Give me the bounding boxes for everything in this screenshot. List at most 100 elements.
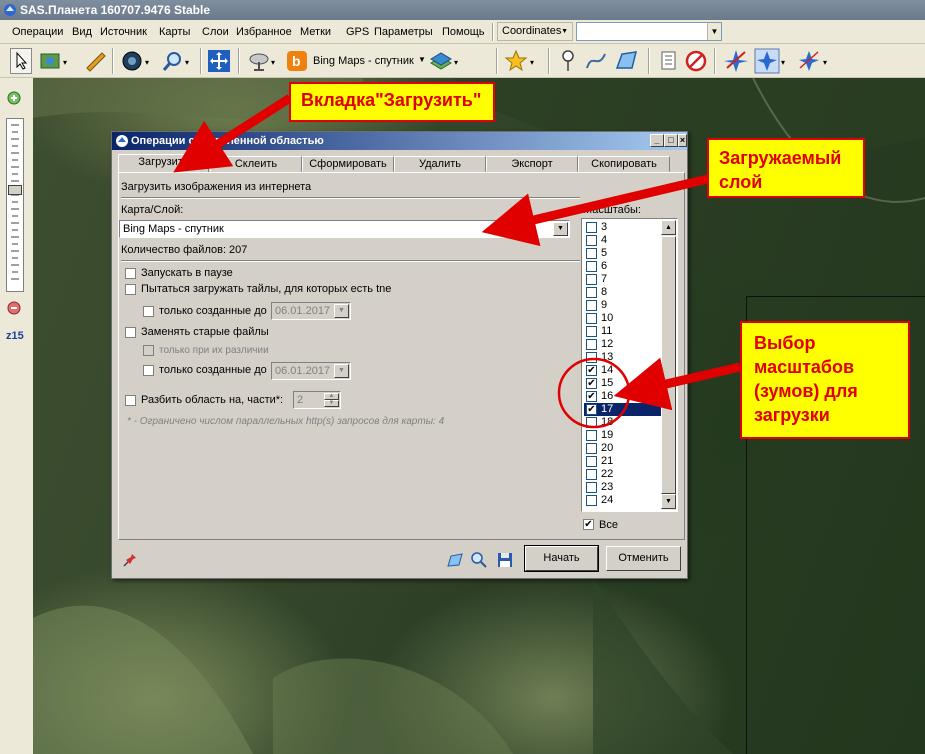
date-picker-2[interactable]: 06.01.2017 ▼: [271, 362, 351, 380]
scale-item[interactable]: 20: [584, 442, 661, 455]
scale-item[interactable]: ✔ 14: [584, 364, 661, 377]
replace-old-checkbox[interactable]: [125, 327, 136, 338]
split-count-spinner[interactable]: 2 ▲ ▼: [293, 391, 341, 409]
menu-source[interactable]: Источник: [100, 26, 147, 38]
scale-checkbox[interactable]: ✔: [586, 391, 597, 402]
hide-placemarks-icon[interactable]: [684, 48, 708, 74]
scale-checkbox[interactable]: [586, 313, 597, 324]
scroll-up-icon[interactable]: ▲: [661, 220, 676, 235]
menu-favorites[interactable]: Избранное: [236, 26, 292, 38]
minimize-button[interactable]: _: [650, 134, 664, 147]
scale-checkbox[interactable]: [586, 248, 597, 259]
try-tne-checkbox[interactable]: [125, 284, 136, 295]
start-paused-checkbox[interactable]: [125, 268, 136, 279]
gps-disabled-icon[interactable]: [722, 48, 750, 74]
scale-item[interactable]: 21: [584, 455, 661, 468]
spin-up-icon[interactable]: ▲: [324, 393, 339, 400]
chevron-down-icon[interactable]: ▼: [553, 222, 568, 236]
scale-checkbox[interactable]: [586, 430, 597, 441]
scale-checkbox[interactable]: [586, 274, 597, 285]
menu-layers[interactable]: Слои: [202, 26, 229, 38]
scale-item[interactable]: ✔ 15: [584, 377, 661, 390]
chevron-down-icon[interactable]: ▼: [334, 364, 349, 378]
fullscreen-icon[interactable]: [206, 48, 232, 74]
split-area-checkbox[interactable]: [125, 395, 136, 406]
scale-item[interactable]: 3: [584, 221, 661, 234]
spin-down-icon[interactable]: ▼: [324, 400, 339, 407]
menu-marks[interactable]: Метки: [300, 26, 331, 38]
chevron-down-icon[interactable]: ▼: [334, 304, 349, 318]
scale-item[interactable]: 18: [584, 416, 661, 429]
gps-track-icon[interactable]: ▾: [754, 48, 790, 74]
tab-delete[interactable]: Удалить: [394, 156, 486, 172]
select-area-icon[interactable]: ▾: [38, 48, 72, 74]
zoom-out-icon[interactable]: [6, 300, 24, 318]
menu-settings[interactable]: Параметры: [374, 26, 433, 38]
only-if-different-checkbox[interactable]: [143, 345, 154, 356]
scale-checkbox[interactable]: [586, 469, 597, 480]
zoom-slider-thumb[interactable]: [8, 185, 22, 195]
coordinates-input[interactable]: ▼: [576, 22, 722, 41]
chevron-down-icon[interactable]: ▼: [707, 23, 721, 40]
scale-item[interactable]: 5: [584, 247, 661, 260]
scales-list[interactable]: 3 4 5 6 7 8 9 10 11 12 13 ✔ 14 ✔ 15 ✔ 16 ✔ 17 18 19 20 21 22 23 2…: [581, 218, 678, 512]
scale-checkbox[interactable]: [586, 326, 597, 337]
scale-item[interactable]: ✔ 16: [584, 390, 661, 403]
scale-checkbox[interactable]: [586, 235, 597, 246]
scale-checkbox[interactable]: [586, 300, 597, 311]
tab-copy[interactable]: Скопировать: [578, 156, 670, 172]
path-icon[interactable]: [584, 48, 608, 74]
close-button[interactable]: ×: [678, 134, 687, 147]
tab-download[interactable]: Загрузить: [118, 154, 209, 173]
tab-combine[interactable]: Склеить: [210, 156, 302, 172]
search-icon[interactable]: ▾: [160, 48, 196, 74]
scale-item[interactable]: 10: [584, 312, 661, 325]
scale-item[interactable]: 24: [584, 494, 661, 507]
scale-checkbox[interactable]: [586, 339, 597, 350]
star-icon[interactable]: ▾: [504, 48, 540, 74]
scale-item[interactable]: 6: [584, 260, 661, 273]
menu-help[interactable]: Помощь: [442, 26, 485, 38]
pin-icon[interactable]: [122, 552, 138, 568]
scale-checkbox[interactable]: [586, 417, 597, 428]
scale-item[interactable]: 12: [584, 338, 661, 351]
polygon-icon[interactable]: [614, 48, 640, 74]
scroll-down-icon[interactable]: ▼: [661, 494, 676, 509]
tab-export[interactable]: Экспорт: [486, 156, 578, 172]
scale-checkbox[interactable]: [586, 443, 597, 454]
date-picker-1[interactable]: 06.01.2017 ▼: [271, 302, 351, 320]
scales-scrollbar[interactable]: ▲ ▼: [661, 220, 676, 510]
current-map-label[interactable]: Bing Maps - спутник: [313, 55, 414, 67]
scale-item[interactable]: 23: [584, 481, 661, 494]
polygon-edit-icon[interactable]: [446, 551, 464, 569]
scale-item[interactable]: 7: [584, 273, 661, 286]
scale-checkbox[interactable]: ✔: [586, 378, 597, 389]
only-created-before-checkbox[interactable]: [143, 306, 154, 317]
scale-checkbox[interactable]: [586, 482, 597, 493]
scroll-thumb[interactable]: [661, 236, 676, 494]
maximize-button[interactable]: □: [664, 134, 678, 147]
chevron-down-icon[interactable]: ▼: [418, 55, 426, 64]
map-layer-select[interactable]: Bing Maps - спутник ▼: [119, 220, 570, 238]
layers-icon[interactable]: ▾: [428, 48, 464, 74]
scale-item[interactable]: 4: [584, 234, 661, 247]
scale-checkbox[interactable]: [586, 287, 597, 298]
only-created-before-checkbox-2[interactable]: [143, 365, 154, 376]
scale-checkbox[interactable]: ✔: [586, 365, 597, 376]
ruler-icon[interactable]: [82, 48, 108, 74]
globe-icon[interactable]: ▾: [120, 48, 156, 74]
scale-checkbox[interactable]: ✔: [586, 404, 597, 415]
coordinates-dropdown[interactable]: Coordinates ▼: [497, 22, 573, 41]
zoom-slider[interactable]: [6, 118, 24, 292]
menu-view[interactable]: Вид: [72, 26, 92, 38]
placemark-icon[interactable]: [556, 48, 580, 74]
cancel-button[interactable]: Отменить: [606, 546, 681, 571]
scale-item[interactable]: 9: [584, 299, 661, 312]
placemarks-list-icon[interactable]: [656, 48, 680, 74]
pointer-icon[interactable]: [10, 48, 32, 74]
satellite-dish-icon[interactable]: ▾: [246, 48, 282, 74]
save-icon[interactable]: [496, 551, 514, 569]
scale-checkbox[interactable]: [586, 456, 597, 467]
dialog-titlebar[interactable]: Операции с выделенной областью _ □ ×: [112, 132, 687, 150]
menu-maps[interactable]: Карты: [159, 26, 190, 38]
